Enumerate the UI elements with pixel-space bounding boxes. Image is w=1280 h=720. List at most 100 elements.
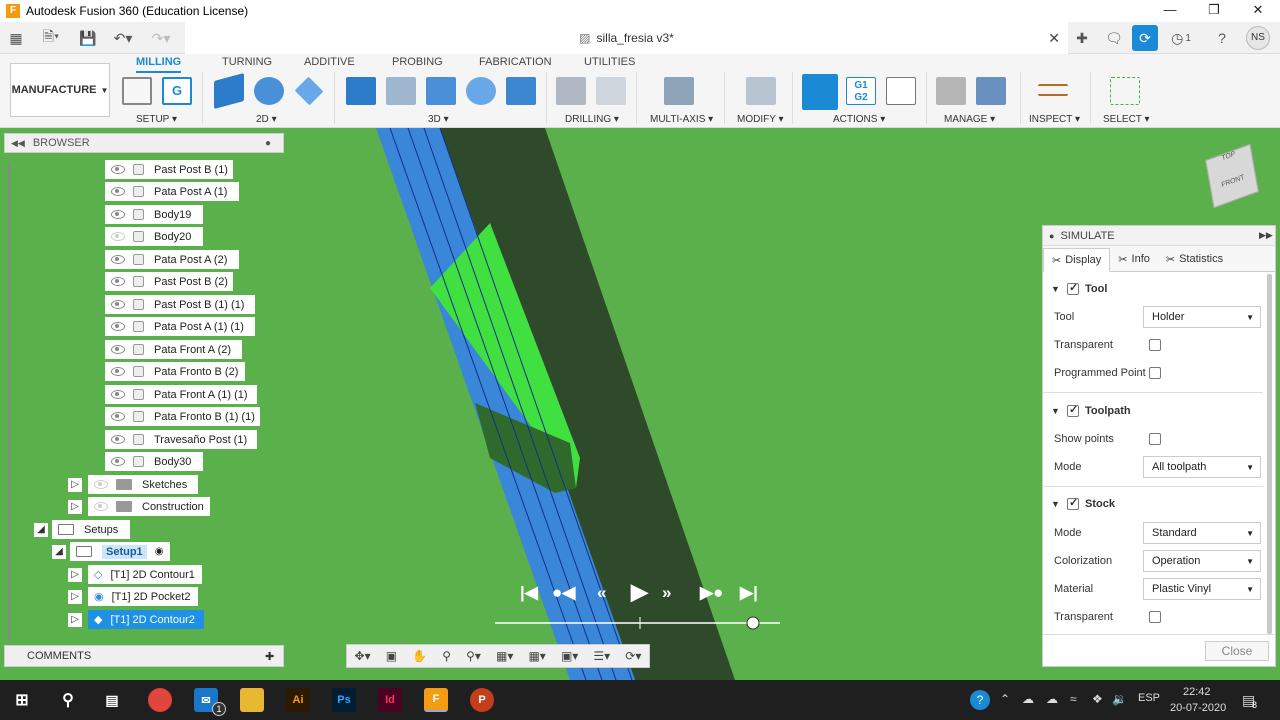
- 2d-adaptive-icon[interactable]: [214, 72, 244, 110]
- visibility-eye-icon[interactable]: [111, 390, 125, 399]
- browser-folder-sketches[interactable]: Sketches: [88, 475, 198, 494]
- look-at-icon[interactable]: ▣: [386, 649, 397, 663]
- collapse-setups-icon[interactable]: ◢: [34, 523, 48, 537]
- grid-settings-icon[interactable]: ▦▾: [528, 649, 545, 663]
- user-avatar[interactable]: NS: [1246, 26, 1270, 50]
- visibility-hidden-eye-icon[interactable]: [111, 232, 125, 241]
- maximize-button[interactable]: ❐: [1192, 0, 1236, 22]
- browser-body-row[interactable]: Pata Fronto B (2): [105, 362, 245, 381]
- browser-scrollbar[interactable]: [8, 163, 10, 641]
- expand-sketches-icon[interactable]: ▷: [68, 478, 82, 492]
- file-explorer-icon[interactable]: [240, 688, 264, 712]
- toolpath-section-header[interactable]: ▼Toolpath: [1043, 398, 1263, 424]
- stock-mode-select[interactable]: Standard ▼: [1143, 522, 1261, 544]
- face-icon[interactable]: [294, 76, 324, 106]
- 2d-pocket-icon[interactable]: [254, 77, 284, 105]
- tab-utilities[interactable]: UTILITIES: [584, 56, 635, 68]
- redo-icon[interactable]: ↷▾: [146, 28, 176, 48]
- onedrive-icon[interactable]: ☁: [1022, 692, 1034, 706]
- tab-milling[interactable]: MILLING: [136, 56, 182, 73]
- 3d-adaptive-icon[interactable]: [346, 77, 376, 105]
- browser-body-row[interactable]: Pata Post A (2): [105, 250, 239, 269]
- visibility-eye-icon[interactable]: [111, 187, 125, 196]
- browser-body-row[interactable]: Pata Front A (1) (1): [105, 385, 257, 404]
- browser-body-row[interactable]: Body20: [105, 227, 203, 246]
- visibility-eye-icon[interactable]: [94, 480, 108, 489]
- collapse-setup1-icon[interactable]: ◢: [52, 545, 66, 559]
- tool-display-select[interactable]: Holder ▼: [1143, 306, 1261, 328]
- tool-visible-checkbox[interactable]: [1067, 281, 1079, 295]
- tool-section-header[interactable]: ▼Tool: [1043, 276, 1263, 302]
- visibility-eye-icon[interactable]: [111, 322, 125, 331]
- tab-additive[interactable]: ADDITIVE: [304, 56, 355, 68]
- visibility-eye-icon[interactable]: [94, 502, 108, 511]
- expand-op1-icon[interactable]: ▷: [68, 568, 82, 582]
- document-tab[interactable]: ▨ silla_fresia v3* ✕: [185, 22, 1068, 54]
- browser-header[interactable]: ◀◀ BROWSER ●: [4, 133, 284, 153]
- wifi-icon[interactable]: ≈: [1070, 692, 1077, 706]
- search-icon[interactable]: ⚲: [56, 688, 80, 712]
- browser-body-row[interactable]: Pata Post A (1) (1): [105, 317, 255, 336]
- stock-section-header[interactable]: ▼Stock: [1043, 491, 1263, 517]
- stack-icon[interactable]: ☰▾: [593, 649, 610, 663]
- browser-body-row[interactable]: Body19: [105, 205, 203, 224]
- 3d-group-label[interactable]: 3D ▾: [428, 114, 449, 125]
- close-window-button[interactable]: ✕: [1236, 0, 1280, 22]
- minimize-button[interactable]: —: [1148, 0, 1192, 22]
- colorization-select[interactable]: Operation ▼: [1143, 550, 1261, 572]
- view-cube[interactable]: TOP FRONT: [1205, 143, 1259, 209]
- browser-body-row[interactable]: Travesaño Post (1): [105, 430, 257, 449]
- step-forward-icon[interactable]: »: [662, 583, 671, 603]
- machine-library-icon[interactable]: [976, 77, 1006, 105]
- save-icon[interactable]: 💾: [78, 28, 98, 48]
- help-tray-icon[interactable]: ?: [970, 690, 990, 710]
- browser-body-row[interactable]: Pata Fronto B (1) (1): [105, 407, 260, 426]
- browser-folder-construction[interactable]: Construction: [88, 497, 210, 516]
- powerpoint-icon[interactable]: P: [470, 688, 494, 712]
- view-cube-front-label[interactable]: FRONT: [1211, 170, 1255, 193]
- online-status-icon[interactable]: ⟳: [1132, 25, 1158, 51]
- select-group-label[interactable]: SELECT ▾: [1103, 114, 1150, 125]
- previous-operation-icon[interactable]: ●◀: [552, 583, 575, 603]
- visibility-eye-icon[interactable]: [111, 165, 125, 174]
- tab-fabrication[interactable]: FABRICATION: [479, 56, 552, 68]
- drilling-group-label[interactable]: DRILLING ▾: [565, 114, 619, 125]
- clock-time[interactable]: 22:42: [1183, 686, 1211, 698]
- toolpath-mode-select[interactable]: All toolpath ▼: [1143, 456, 1261, 478]
- setup-sheet-icon[interactable]: [886, 77, 916, 105]
- expand-construction-icon[interactable]: ▷: [68, 500, 82, 514]
- play-icon[interactable]: ▶: [631, 579, 648, 605]
- contour-3d-icon[interactable]: [506, 77, 536, 105]
- undo-icon[interactable]: ↶▾: [108, 28, 138, 48]
- file-menu-icon[interactable]: 🗎▾: [36, 28, 66, 48]
- browser-operation[interactable]: ◇ [T1] 2D Contour1: [88, 565, 202, 584]
- pan-hand-icon[interactable]: ✋: [412, 649, 427, 663]
- zoom-icon[interactable]: ⚲: [442, 649, 451, 663]
- visibility-eye-icon[interactable]: [111, 255, 125, 264]
- data-panel-grid-icon[interactable]: ▦: [6, 28, 26, 48]
- actions-group-label[interactable]: ACTIONS ▾: [833, 114, 885, 125]
- expand-op2-icon[interactable]: ▷: [68, 590, 82, 604]
- visibility-eye-icon[interactable]: [111, 300, 125, 309]
- go-to-start-icon[interactable]: |◀: [520, 583, 538, 603]
- expand-op3-icon[interactable]: ▷: [68, 613, 82, 627]
- windows-start-icon[interactable]: ⊞: [10, 688, 34, 712]
- programmed-point-checkbox[interactable]: [1149, 367, 1161, 379]
- tab-display[interactable]: ✂ Display: [1043, 248, 1111, 272]
- browser-body-row[interactable]: Body30: [105, 452, 203, 471]
- collapse-panel-icon[interactable]: ◀◀: [11, 138, 25, 149]
- visibility-eye-icon[interactable]: [111, 412, 125, 421]
- job-status-icon[interactable]: ◷ 1: [1168, 28, 1194, 48]
- measure-icon[interactable]: [1038, 84, 1068, 96]
- comments-panel[interactable]: COMMENTS ✚: [4, 645, 284, 667]
- close-document-icon[interactable]: ✕: [1048, 30, 1060, 47]
- visibility-eye-icon[interactable]: [111, 435, 125, 444]
- setup-group-label[interactable]: SETUP ▾: [136, 114, 177, 125]
- view-cube-top-label[interactable]: TOP: [1206, 145, 1250, 168]
- browser-body-row[interactable]: Past Post B (1) (1): [105, 295, 255, 314]
- indesign-icon[interactable]: Id: [378, 688, 402, 712]
- visibility-eye-icon[interactable]: [111, 457, 125, 466]
- stock-visible-checkbox[interactable]: [1067, 496, 1079, 510]
- fusion-taskbar-icon[interactable]: F: [424, 688, 448, 712]
- browser-body-row[interactable]: Pata Front A (2): [105, 340, 242, 359]
